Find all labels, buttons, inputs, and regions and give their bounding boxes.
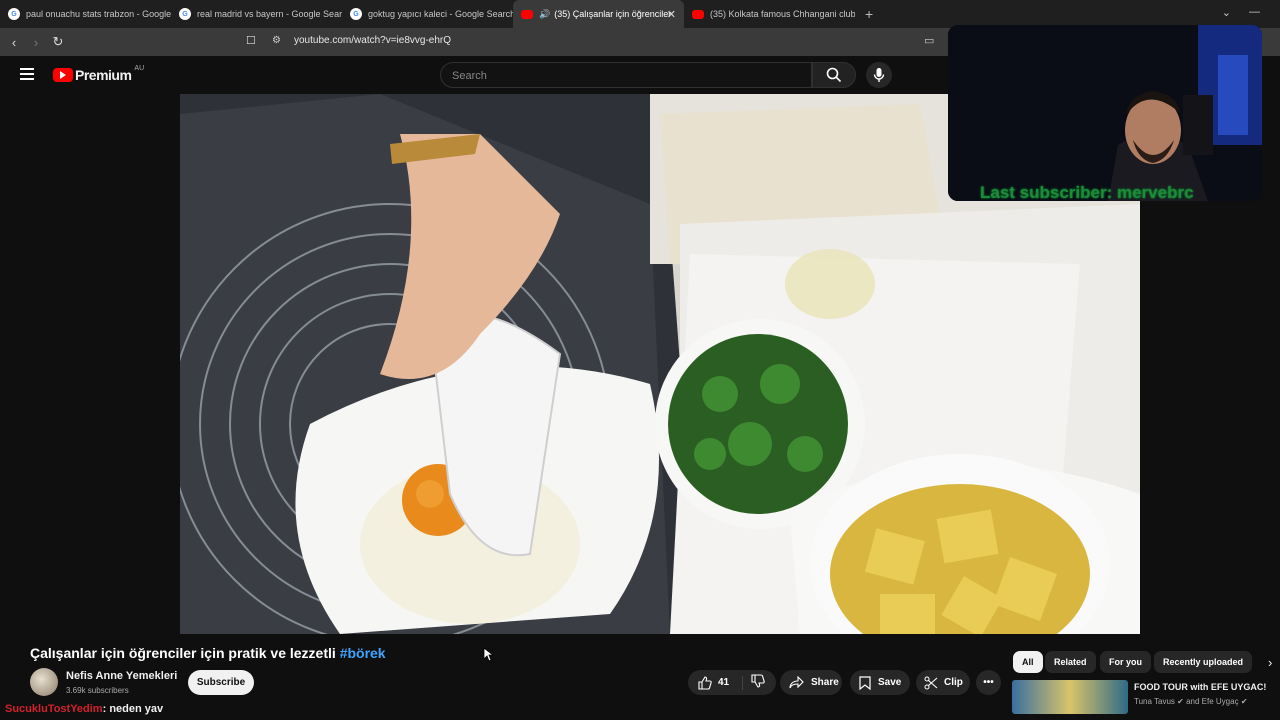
browser-tab[interactable]: Ggoktug yapıcı kaleci - Google Search	[342, 0, 513, 28]
chip-for-you[interactable]: For you	[1100, 651, 1151, 673]
minimize-icon[interactable]: —	[1249, 6, 1260, 19]
browser-tab[interactable]: Greal madrid vs bayern - Google Searc	[171, 0, 342, 28]
search-button[interactable]	[812, 62, 856, 88]
search-input[interactable]: Search	[440, 62, 812, 88]
dislike-button[interactable]	[743, 674, 765, 691]
verified-icon: ✔	[1177, 697, 1184, 706]
share-icon	[789, 676, 804, 689]
google-icon: G	[179, 8, 191, 20]
save-label: Save	[878, 677, 902, 688]
chip-related[interactable]: Related	[1045, 651, 1096, 673]
scissors-icon	[924, 676, 938, 689]
mouse-cursor-icon	[483, 647, 493, 662]
tab-title: (35) Kolkata famous Chhangani club	[710, 9, 855, 19]
url-field[interactable]: youtube.com/watch?v=ie8vvg-ehrQ	[294, 35, 451, 46]
close-tab-icon[interactable]: ✕	[667, 8, 676, 21]
chat-text: : neden yav	[102, 703, 164, 715]
tab-title: paul onuachu stats trabzon - Google	[26, 9, 171, 19]
subscribe-button[interactable]: Subscribe	[188, 670, 254, 695]
region-code: AU	[134, 64, 145, 72]
recommended-thumbnail[interactable]	[1012, 680, 1128, 714]
chat-username: SucukluTostYedim	[5, 703, 103, 715]
recommended-channels: Tuna Tavus ✔ and Efe Uygaç ✔	[1134, 697, 1248, 706]
thumbs-down-icon	[751, 674, 765, 688]
forward-icon[interactable]: ›	[25, 35, 47, 50]
browser-tab-strip: Gpaul onuachu stats trabzon - Google Gre…	[0, 0, 1280, 28]
channel-avatar[interactable]	[30, 668, 58, 696]
video-title: Çalışanlar için öğrenciler için pratik v…	[30, 645, 386, 661]
chip-recently-uploaded[interactable]: Recently uploaded	[1154, 651, 1253, 673]
recommended-channel[interactable]: Tuna Tavus	[1134, 697, 1175, 706]
bookmark-icon[interactable]: ☐	[246, 34, 256, 47]
verified-icon: ✔	[1240, 697, 1248, 706]
webcam-overlay	[948, 25, 1262, 201]
tab-search-icon[interactable]: ⌄	[1222, 6, 1231, 19]
subscriber-count: 3.69k subscribers	[66, 686, 129, 695]
browser-tab-active[interactable]: 🔊 (35) Çalışanlar için öğrenciler ✕	[513, 0, 684, 28]
save-button[interactable]: Save	[850, 670, 910, 695]
like-dislike-group: 41	[688, 670, 776, 695]
like-button[interactable]: 41	[688, 675, 743, 690]
youtube-icon	[692, 9, 704, 19]
youtube-logo[interactable]: Premium AU	[53, 64, 145, 83]
youtube-play-icon	[53, 68, 73, 82]
search-icon	[826, 67, 842, 83]
site-info-icon[interactable]: ⚙	[272, 35, 281, 46]
window-controls: ⌄ —	[1202, 0, 1280, 25]
google-icon: G	[8, 8, 20, 20]
video-title-text: Çalışanlar için öğrenciler için pratik v…	[30, 645, 336, 661]
recommended-channel-rest: and Efe Uygaç	[1186, 697, 1239, 706]
recommended-title[interactable]: FOOD TOUR with EFE UYGAC!	[1134, 682, 1266, 692]
clip-button[interactable]: Clip	[916, 670, 970, 695]
voice-search-button[interactable]	[866, 62, 892, 88]
like-count: 41	[718, 677, 730, 688]
last-subscriber-overlay: Last subscriber: mervebrc	[980, 183, 1194, 202]
browser-tab[interactable]: (35) Kolkata famous Chhangani club	[684, 0, 855, 28]
thumbs-up-icon	[698, 675, 712, 690]
chip-all[interactable]: All	[1013, 651, 1043, 673]
browser-tab[interactable]: Gpaul onuachu stats trabzon - Google	[0, 0, 171, 28]
bookmark-save-icon	[859, 675, 871, 690]
hashtag-link[interactable]: #börek	[340, 645, 386, 661]
more-icon: •••	[983, 677, 994, 688]
reload-icon[interactable]: ↻	[47, 34, 69, 50]
more-actions-button[interactable]: •••	[976, 670, 1001, 695]
google-icon: G	[350, 8, 362, 20]
tab-title: (35) Çalışanlar için öğrenciler	[554, 9, 672, 19]
logo-text: Premium	[75, 67, 132, 83]
microphone-icon	[873, 68, 885, 82]
tab-title: goktug yapıcı kaleci - Google Search	[368, 9, 513, 19]
speaker-icon: 🔊	[539, 8, 551, 19]
tab-title: real madrid vs bayern - Google Searc	[197, 9, 342, 19]
chat-message: SucukluTostYedim: neden yav	[5, 703, 163, 715]
share-button[interactable]: Share	[780, 670, 842, 695]
webcam-feed	[948, 25, 1262, 201]
back-icon[interactable]: ‹	[3, 35, 25, 50]
cast-icon[interactable]: ▭	[924, 34, 934, 47]
chips-next-icon[interactable]: ›	[1268, 655, 1272, 670]
new-tab-button[interactable]: +	[855, 6, 883, 22]
share-label: Share	[811, 677, 839, 688]
menu-icon[interactable]	[20, 68, 34, 83]
clip-label: Clip	[944, 677, 963, 688]
channel-name[interactable]: Nefis Anne Yemekleri	[66, 670, 177, 682]
youtube-icon	[521, 9, 533, 19]
